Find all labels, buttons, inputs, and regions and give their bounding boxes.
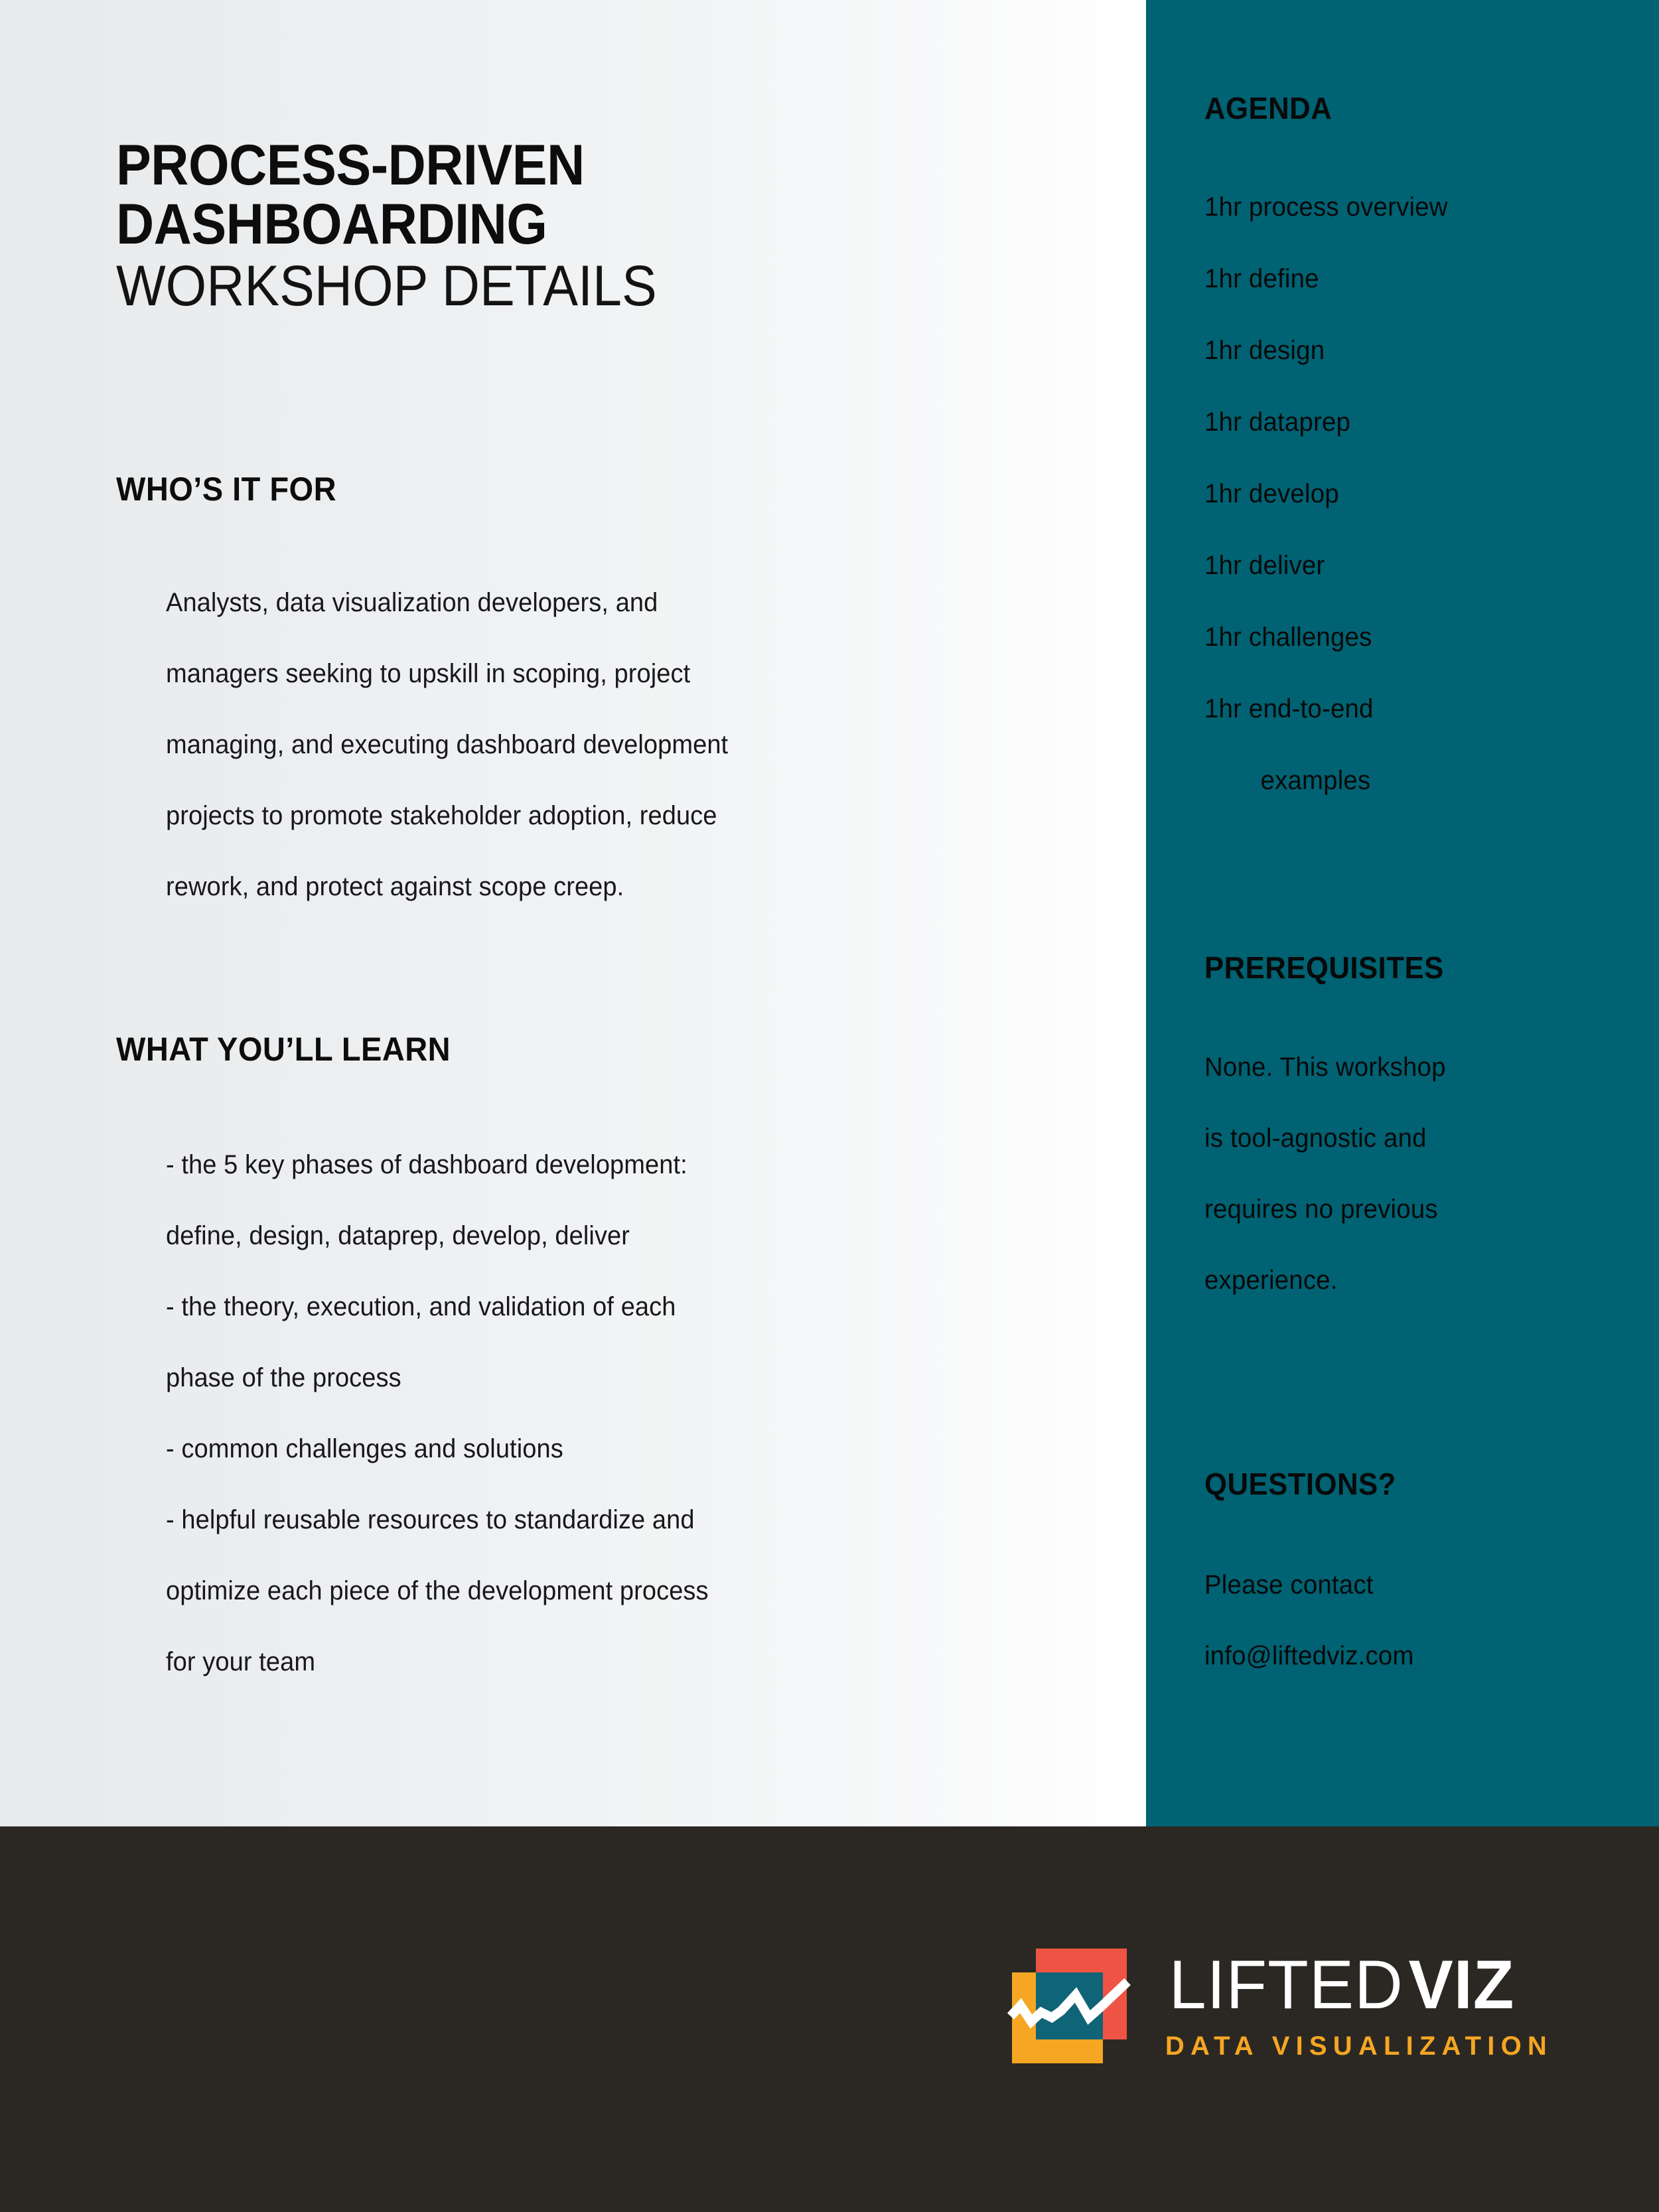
sidebar-heading-prerequisites: PREREQUISITES: [1204, 950, 1444, 985]
body-line: rework, and protect against scope creep.: [166, 872, 624, 901]
sidebar-heading-agenda: AGENDA: [1204, 91, 1333, 125]
contact-email[interactable]: info@liftedviz.com: [1204, 1621, 1414, 1692]
section-heading-whos-it-for: WHO’S IT FOR: [116, 471, 337, 508]
left-content-panel: PROCESS-DRIVEN DASHBOARDING WORKSHOP DET…: [0, 0, 1146, 1826]
body-line: projects to promote stakeholder adoption…: [166, 801, 717, 830]
whos-it-for-body: Analysts, data visualization developers,…: [166, 567, 998, 922]
body-line: - common challenges and solutions: [166, 1434, 563, 1463]
title-line-2: DASHBOARDING: [116, 192, 547, 256]
body-line: Analysts, data visualization developers,…: [166, 588, 658, 617]
wordmark-viz: VIZ: [1408, 1947, 1515, 2024]
agenda-item-continuation: examples: [1260, 766, 1371, 795]
liftedviz-logo: LIFTED VIZ DATA VISUALIZATION: [1001, 1938, 1553, 2074]
liftedviz-wordmark: LIFTED VIZ DATA VISUALIZATION: [1165, 1951, 1553, 2061]
agenda-item: 1hr develop: [1204, 479, 1339, 508]
body-line: - the 5 key phases of dashboard developm…: [166, 1150, 687, 1179]
wordmark-tagline: DATA VISUALIZATION: [1165, 2031, 1553, 2061]
body-line: managers seeking to upskill in scoping, …: [166, 659, 691, 688]
agenda-item: 1hr deliver: [1204, 551, 1325, 580]
what-youll-learn-body: - the 5 key phases of dashboard developm…: [166, 1130, 998, 1698]
body-line: optimize each piece of the development p…: [166, 1576, 709, 1605]
title-line-1: PROCESS-DRIVEN: [116, 133, 585, 197]
questions-line: Please contact: [1204, 1570, 1374, 1599]
questions-body: Please contact info@liftedviz.com: [1204, 1550, 1414, 1692]
prerequisites-body: None. This workshop is tool-agnostic and…: [1204, 1032, 1446, 1316]
page-title: PROCESS-DRIVEN DASHBOARDING WORKSHOP DET…: [116, 136, 1045, 320]
body-line: define, design, dataprep, develop, deliv…: [166, 1221, 630, 1250]
title-line-3: WORKSHOP DETAILS: [116, 254, 657, 319]
agenda-item: 1hr end-to-end: [1204, 694, 1374, 723]
footer-bar: LIFTED VIZ DATA VISUALIZATION: [0, 1826, 1659, 2212]
agenda-item: 1hr challenges: [1204, 623, 1372, 652]
body-line: for your team: [166, 1647, 316, 1676]
body-line: - the theory, execution, and validation …: [166, 1292, 676, 1321]
workshop-details-page: PROCESS-DRIVEN DASHBOARDING WORKSHOP DET…: [0, 0, 1659, 2212]
prerequisites-line: requires no previous: [1204, 1195, 1438, 1224]
wordmark-row: LIFTED VIZ: [1165, 1951, 1553, 2020]
wordmark-lifted: LIFTED: [1169, 1947, 1404, 2024]
agenda-item: 1hr process overview: [1204, 192, 1448, 222]
agenda-item: 1hr design: [1204, 336, 1325, 365]
chart-squares-icon: [1007, 1949, 1131, 2063]
prerequisites-line: None. This workshop: [1204, 1053, 1446, 1082]
body-line: managing, and executing dashboard develo…: [166, 730, 729, 759]
liftedviz-logo-mark-icon: [1001, 1938, 1137, 2074]
sidebar-heading-questions: QUESTIONS?: [1204, 1467, 1396, 1501]
agenda-list: 1hr process overview 1hr define 1hr desi…: [1204, 171, 1448, 816]
prerequisites-line: is tool-agnostic and: [1204, 1124, 1427, 1153]
prerequisites-line: experience.: [1204, 1266, 1338, 1295]
sidebar-panel: AGENDA 1hr process overview 1hr define 1…: [1146, 0, 1659, 1826]
agenda-item: 1hr dataprep: [1204, 407, 1351, 437]
section-heading-what-youll-learn: WHAT YOU’LL LEARN: [116, 1031, 451, 1068]
body-line: - helpful reusable resources to standard…: [166, 1505, 695, 1534]
body-line: phase of the process: [166, 1363, 401, 1392]
agenda-item: 1hr define: [1204, 264, 1319, 293]
